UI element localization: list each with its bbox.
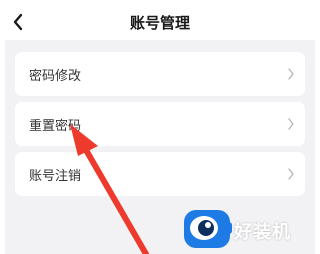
- account-management-screen: 账号管理 密码修改 重置密码 账号注销 好装机: [0, 0, 320, 254]
- chevron-right-icon: [288, 118, 294, 130]
- watermark-logo: 好装机: [182, 204, 318, 252]
- page-title: 账号管理: [129, 14, 190, 32]
- menu-item-reset-password[interactable]: 重置密码: [15, 102, 305, 146]
- chevron-right-icon: [288, 168, 294, 180]
- menu-item-label: 密码修改: [29, 69, 82, 84]
- menu-item-label: 重置密码: [29, 119, 82, 134]
- header-bar: 账号管理: [0, 0, 320, 44]
- menu-item-change-password[interactable]: 密码修改: [15, 52, 305, 96]
- chevron-right-icon: [288, 68, 294, 80]
- menu-item-delete-account[interactable]: 账号注销: [15, 152, 305, 196]
- watermark-text: 好装机: [234, 222, 291, 243]
- menu-item-label: 账号注销: [29, 169, 82, 184]
- mascot-icon: [184, 210, 232, 248]
